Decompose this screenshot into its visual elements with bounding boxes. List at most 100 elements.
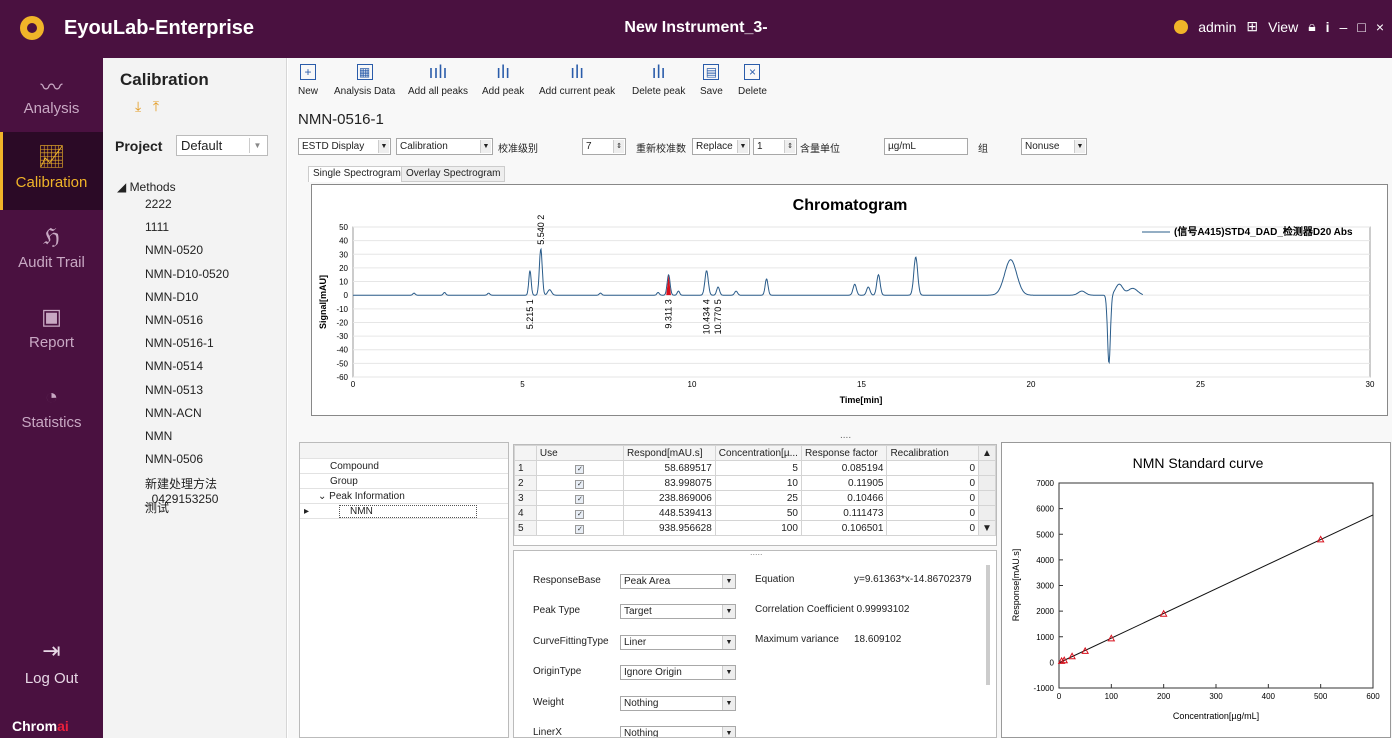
- chevron-down-icon[interactable]: ▼: [737, 140, 748, 153]
- delete-button[interactable]: × Delete: [738, 62, 767, 97]
- chevron-down-icon[interactable]: ▼: [1074, 140, 1085, 153]
- header-respond[interactable]: Respond[mAU.s]: [622, 445, 716, 461]
- method-item[interactable]: 测试: [145, 499, 169, 516]
- method-item[interactable]: NMN-0516-1: [145, 336, 214, 350]
- response-factor-cell[interactable]: 0.11905: [800, 475, 888, 491]
- respond-cell[interactable]: 58.689517: [622, 460, 716, 476]
- group-select[interactable]: Nonuse ▼: [1021, 138, 1087, 155]
- header-use[interactable]: Use: [535, 445, 624, 461]
- grid-scrollbar[interactable]: [978, 490, 996, 506]
- header-concentration[interactable]: Concentration[µ...: [714, 445, 802, 461]
- new-button[interactable]: + New: [298, 62, 318, 97]
- response-factor-cell[interactable]: 0.085194: [800, 460, 888, 476]
- level-stepper[interactable]: 7 ⇕: [582, 138, 626, 155]
- method-item[interactable]: NMN-0520: [145, 243, 203, 257]
- respond-cell[interactable]: 83.998075: [622, 475, 716, 491]
- scrollbar-up-icon[interactable]: ▲: [978, 445, 996, 461]
- row-number[interactable]: 2: [514, 475, 537, 491]
- import-icon[interactable]: ⤓: [135, 98, 141, 114]
- method-item[interactable]: NMN-D10: [145, 290, 198, 304]
- grid-scrollbar[interactable]: ▼: [978, 520, 996, 536]
- method-item[interactable]: NMN-0516: [145, 313, 203, 327]
- minimize-icon[interactable]: –: [1340, 19, 1348, 35]
- grid-scrollbar[interactable]: [978, 505, 996, 521]
- header-recalibration[interactable]: Recalibration: [886, 445, 980, 461]
- prop-select[interactable]: Ignore Origin ▼: [620, 665, 736, 681]
- tree-compound[interactable]: Compound: [300, 459, 508, 474]
- chevron-down-icon[interactable]: ▼: [722, 727, 735, 737]
- stepper-arrows-icon[interactable]: ⇕: [613, 140, 624, 153]
- view-grid-icon[interactable]: ⊞: [1246, 18, 1258, 35]
- table-row[interactable]: 3 ✓ 238.869006 25 0.10466 0: [514, 490, 996, 506]
- concentration-cell[interactable]: 25: [714, 490, 802, 506]
- add-current-peak-button[interactable]: ılı Add current peak: [539, 62, 615, 97]
- display-select[interactable]: ESTD Display ▼: [298, 138, 391, 155]
- props-scrollbar[interactable]: [986, 565, 990, 685]
- use-cell[interactable]: ✓: [535, 460, 624, 476]
- nav-item-audit-trail[interactable]: ℌ Audit Trail: [0, 212, 103, 290]
- add-all-peaks-button[interactable]: ıılı Add all peaks: [408, 62, 468, 97]
- response-factor-cell[interactable]: 0.111473: [800, 505, 888, 521]
- use-checkbox[interactable]: ✓: [575, 479, 585, 489]
- use-cell[interactable]: ✓: [535, 490, 624, 506]
- respond-cell[interactable]: 238.869006: [622, 490, 716, 506]
- recalibration-cell[interactable]: 0: [886, 475, 980, 491]
- unit-input[interactable]: µg/mL: [884, 138, 968, 155]
- response-factor-cell[interactable]: 0.10466: [800, 490, 888, 506]
- view-label[interactable]: View: [1268, 19, 1298, 35]
- chevron-down-icon[interactable]: ▼: [722, 635, 735, 649]
- use-cell[interactable]: ✓: [535, 475, 624, 491]
- table-row[interactable]: 2 ✓ 83.998075 10 0.11905 0: [514, 475, 996, 491]
- nav-item-analysis[interactable]: 〰 Analysis: [0, 58, 103, 136]
- recalibration-cell[interactable]: 0: [886, 505, 980, 521]
- method-item[interactable]: NMN-0513: [145, 383, 203, 397]
- method-item[interactable]: 1111: [145, 220, 169, 234]
- mode-select[interactable]: Calibration ▼: [396, 138, 493, 155]
- chevron-down-icon[interactable]: ▼: [480, 140, 491, 153]
- method-item[interactable]: NMN-0506: [145, 452, 203, 466]
- prop-select[interactable]: Target ▼: [620, 604, 736, 620]
- chevron-down-icon[interactable]: ▼: [722, 696, 735, 710]
- tree-nmn[interactable]: NMN: [339, 505, 478, 518]
- response-factor-cell[interactable]: 0.106501: [800, 520, 888, 536]
- recalibration-cell[interactable]: 0: [886, 520, 980, 536]
- concentration-cell[interactable]: 50: [714, 505, 802, 521]
- method-item[interactable]: NMN-ACN: [145, 406, 202, 420]
- concentration-cell[interactable]: 5: [714, 460, 802, 476]
- stepper-arrows-icon[interactable]: ⇕: [784, 140, 795, 153]
- row-number[interactable]: 1: [514, 460, 537, 476]
- recalibration-cell[interactable]: 0: [886, 490, 980, 506]
- close-icon[interactable]: ×: [1376, 19, 1384, 35]
- prop-select[interactable]: Nothing ▼: [620, 726, 736, 737]
- method-item[interactable]: NMN-0514: [145, 359, 203, 373]
- grid-splitter[interactable]: .....: [750, 551, 763, 557]
- tree-root-methods[interactable]: ◢ Methods: [117, 180, 176, 194]
- use-checkbox[interactable]: ✓: [575, 494, 585, 504]
- tab-single-spectrogram[interactable]: Single Spectrogram: [308, 166, 406, 182]
- method-item[interactable]: NMN-D10-0520: [145, 267, 229, 281]
- nav-item-report[interactable]: ▣ Report: [0, 292, 103, 370]
- lock-icon[interactable]: 🔒︎: [1308, 18, 1315, 35]
- logout-button[interactable]: ⇥ Log Out: [0, 638, 103, 687]
- row-number[interactable]: 5: [514, 520, 537, 536]
- project-select[interactable]: Default ▼: [176, 135, 268, 156]
- analysis-data-button[interactable]: ▦ Analysis Data: [334, 62, 395, 97]
- concentration-cell[interactable]: 10: [714, 475, 802, 491]
- user-avatar-icon[interactable]: [1174, 19, 1189, 34]
- tree-peak-information[interactable]: ⌄ Peak Information: [300, 489, 508, 504]
- concentration-cell[interactable]: 100: [714, 520, 802, 536]
- export-icon[interactable]: ⤒: [153, 98, 159, 114]
- add-peak-button[interactable]: ılı Add peak: [482, 62, 524, 97]
- info-icon[interactable]: i: [1326, 19, 1330, 35]
- method-item[interactable]: NMN: [145, 429, 172, 443]
- chevron-down-icon[interactable]: ▼: [722, 605, 735, 619]
- recal-mode-select[interactable]: Replace ▼: [692, 138, 750, 155]
- table-row[interactable]: 5 ✓ 938.956628 100 0.106501 0 ▼: [514, 520, 996, 536]
- table-row[interactable]: 4 ✓ 448.539413 50 0.111473 0: [514, 505, 996, 521]
- prop-select[interactable]: Liner ▼: [620, 634, 736, 650]
- tab-overlay-spectrogram[interactable]: Overlay Spectrogram: [401, 166, 506, 182]
- prop-select[interactable]: Nothing ▼: [620, 695, 736, 711]
- row-number[interactable]: 3: [514, 490, 537, 506]
- use-cell[interactable]: ✓: [535, 505, 624, 521]
- respond-cell[interactable]: 938.956628: [622, 520, 716, 536]
